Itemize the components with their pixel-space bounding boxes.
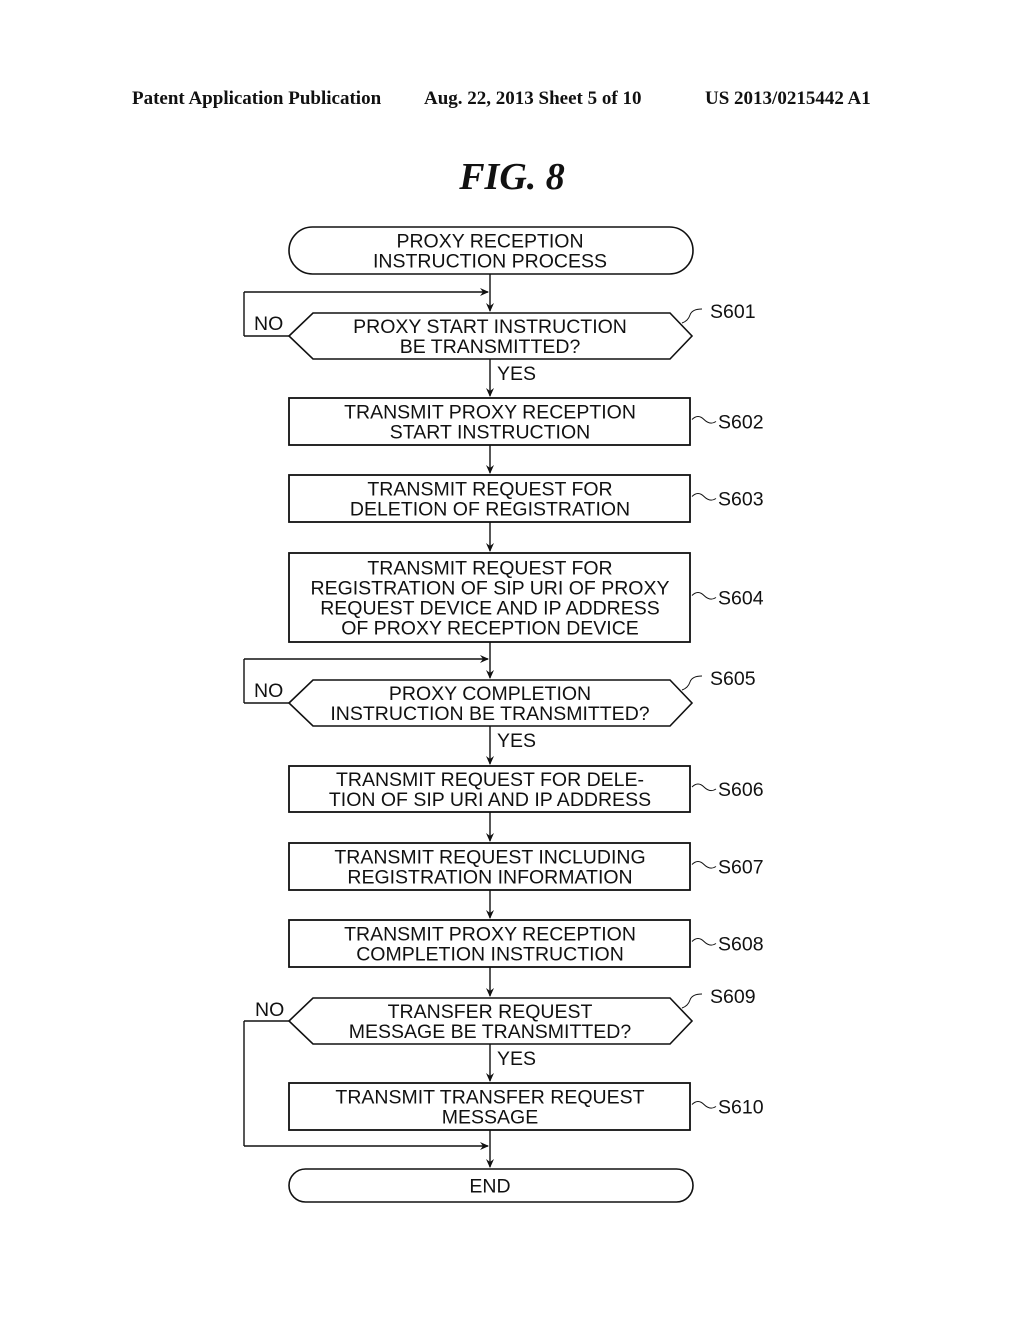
node-text-line: TION OF SIP URI AND IP ADDRESS [329,789,651,811]
step-label: S603 [718,489,764,511]
node-text-line: REGISTRATION INFORMATION [347,867,632,889]
process-step-s602: TRANSMIT PROXY RECEPTIONSTART INSTRUCTIO… [288,397,764,446]
node-text-line: TRANSMIT PROXY RECEPTION [344,402,636,424]
step-leader-line [691,416,717,424]
step-leader-line [691,861,717,869]
process-step-s610: TRANSMIT TRANSFER REQUESTMESSAGE S610 [288,1082,764,1131]
node-text-line: PROXY START INSTRUCTION [353,316,627,338]
node-text-line: TRANSFER REQUEST [388,1001,593,1023]
yes-label: YES [497,730,536,752]
node-text-line: TRANSMIT REQUEST FOR [367,479,612,501]
process-step-s607: TRANSMIT REQUEST INCLUDINGREGISTRATION I… [288,842,764,891]
step-label: S605 [710,668,756,690]
process-step-s603: TRANSMIT REQUEST FORDELETION OF REGISTRA… [288,474,764,523]
process-step-s608: TRANSMIT PROXY RECEPTIONCOMPLETION INSTR… [288,919,764,968]
process-step-s606: TRANSMIT REQUEST FOR DELE-TION OF SIP UR… [288,765,764,813]
yes-label: YES [497,1048,536,1070]
step-label: S610 [718,1097,764,1119]
node-text-line: PROXY RECEPTION [396,231,583,253]
decision-step-s605: PROXY COMPLETIONINSTRUCTION BE TRANSMITT… [287,668,756,727]
process-step-s604: TRANSMIT REQUEST FORREGISTRATION OF SIP … [288,552,764,643]
node-text-line: REQUEST DEVICE AND IP ADDRESS [320,598,660,620]
step-leader-line [691,1101,717,1109]
node-text-line: TRANSMIT REQUEST FOR [367,558,612,580]
decision-step-s609: TRANSFER REQUESTMESSAGE BE TRANSMITTED? S… [287,986,756,1045]
step-label: S604 [718,588,764,610]
no-label: NO [254,313,283,335]
node-text-line: OF PROXY RECEPTION DEVICE [341,618,639,640]
step-leader-line [681,308,703,324]
step-leader-line [681,675,703,691]
node-text-line: DELETION OF REGISTRATION [350,499,630,521]
step-leader-line [691,592,717,600]
node-text-line: MESSAGE [442,1107,538,1129]
node-text-line: BE TRANSMITTED? [400,336,581,358]
step-leader-line [681,993,703,1009]
no-label: NO [254,680,283,702]
step-label: S601 [710,301,756,323]
end-terminator: END [288,1168,694,1203]
node-text-line: COMPLETION INSTRUCTION [356,944,624,966]
node-text-line: PROXY COMPLETION [389,683,591,705]
step-leader-line [691,493,717,501]
step-label: S606 [718,779,764,801]
node-text-line: TRANSMIT PROXY RECEPTION [344,924,636,946]
node-text-line: TRANSMIT TRANSFER REQUEST [335,1087,644,1109]
step-label: S607 [718,857,764,879]
node-text-line: REGISTRATION OF SIP URI OF PROXY [311,578,670,600]
node-text-line: INSTRUCTION PROCESS [373,251,607,273]
step-leader-line [691,783,717,792]
node-text-line: MESSAGE BE TRANSMITTED? [349,1021,632,1043]
no-label: NO [255,999,284,1021]
nodes: PROXY RECEPTIONINSTRUCTION PROCESSPROXY … [254,226,764,1203]
step-label: S609 [710,986,756,1008]
step-label: S608 [718,934,764,956]
step-label: S602 [718,412,764,434]
flowchart: PROXY RECEPTIONINSTRUCTION PROCESSPROXY … [243,226,764,1203]
node-text-line: TRANSMIT REQUEST FOR DELE- [336,769,644,791]
step-leader-line [691,938,717,946]
start-terminator: PROXY RECEPTIONINSTRUCTION PROCESS [288,226,694,275]
yes-label: YES [497,363,536,385]
decision-step-s601: PROXY START INSTRUCTIONBE TRANSMITTED? S6… [287,301,756,360]
node-text-line: END [469,1176,510,1198]
node-text-line: TRANSMIT REQUEST INCLUDING [334,847,645,869]
node-text-line: START INSTRUCTION [390,422,590,444]
node-text-line: INSTRUCTION BE TRANSMITTED? [330,703,649,725]
